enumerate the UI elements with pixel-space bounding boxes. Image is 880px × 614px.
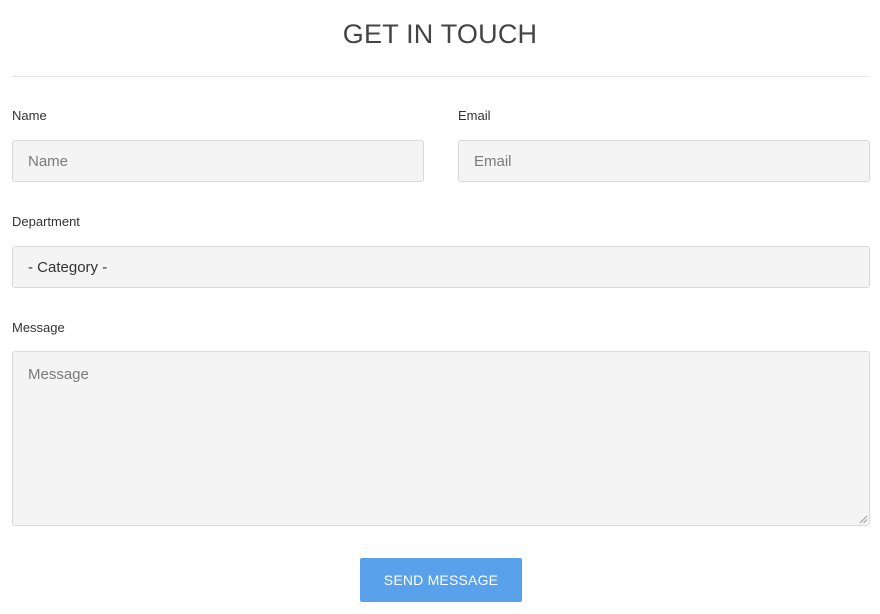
- email-input[interactable]: [458, 140, 870, 182]
- department-label: Department: [12, 214, 80, 229]
- department-selected-value: - Category -: [28, 258, 108, 276]
- title-divider: [12, 76, 870, 77]
- name-input[interactable]: [12, 140, 424, 182]
- message-label: Message: [12, 320, 65, 335]
- email-label: Email: [458, 108, 491, 123]
- message-textarea[interactable]: [12, 351, 870, 526]
- name-label: Name: [12, 108, 47, 123]
- resize-handle-icon[interactable]: [858, 514, 868, 524]
- send-message-button[interactable]: SEND MESSAGE: [360, 558, 522, 602]
- page-title: GET IN TOUCH: [342, 19, 538, 49]
- department-select[interactable]: - Category -: [12, 246, 870, 288]
- contact-page: GET IN TOUCH Name Email Department - Cat…: [0, 0, 880, 614]
